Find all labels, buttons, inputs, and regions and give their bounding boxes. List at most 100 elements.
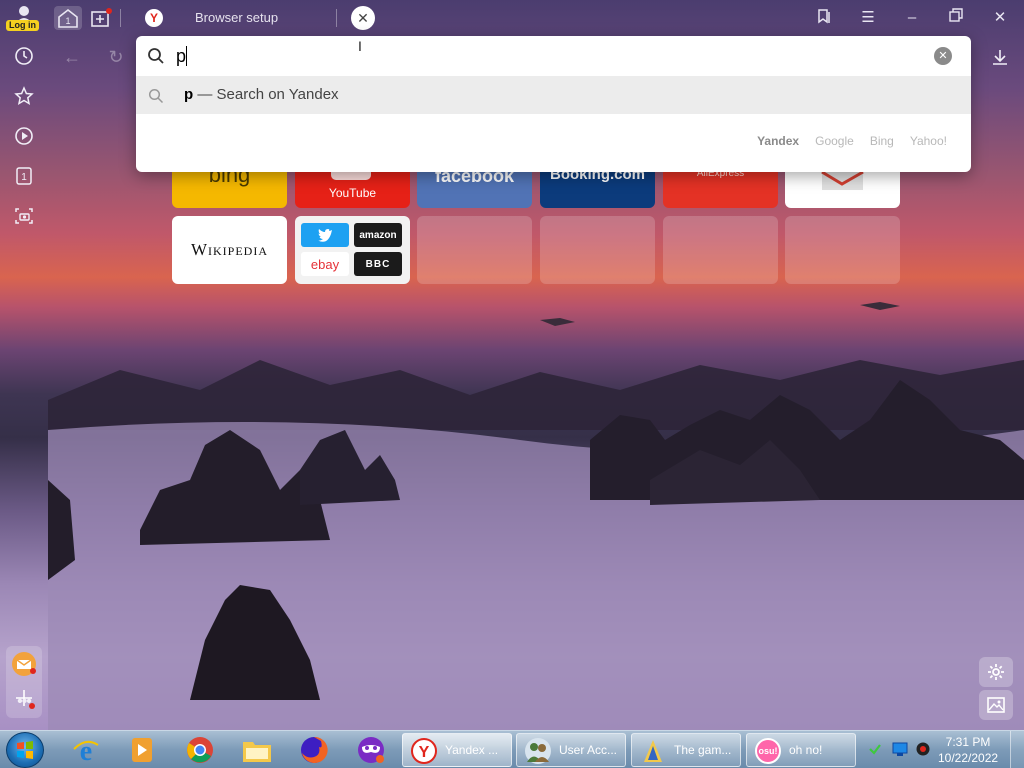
minimize-icon: – xyxy=(907,9,917,26)
taskbar-task-osu[interactable]: osu! oh no! xyxy=(746,733,856,767)
text-caret xyxy=(186,46,187,66)
hamburger-icon: ☰ xyxy=(861,9,875,26)
home-icon: 1 xyxy=(58,8,78,28)
new-tab-button[interactable] xyxy=(88,6,114,30)
login-button[interactable]: Log in xyxy=(6,20,39,31)
menu-button[interactable]: ☰ xyxy=(857,8,879,28)
network-tray-icon[interactable] xyxy=(892,741,908,757)
volume-tray-icon[interactable] xyxy=(915,741,931,757)
tab-title[interactable]: Browser setup xyxy=(195,10,278,25)
minimize-button[interactable]: – xyxy=(901,8,923,28)
close-icon: ✕ xyxy=(993,9,1007,26)
bbc-mini-tile[interactable]: BBC xyxy=(354,252,402,276)
back-button[interactable]: ← xyxy=(61,46,83,68)
tile-wikipedia[interactable]: Wikipedia xyxy=(172,216,287,284)
mask-app-icon[interactable] xyxy=(349,734,393,766)
ebay-mini-tile[interactable]: ebay xyxy=(301,252,349,276)
clock-time: 7:31 PM xyxy=(945,735,991,749)
media-player-icon[interactable] xyxy=(120,734,164,766)
omnibox-dropdown: ✕ p — Search on Yandex Yandex Google Bin… xyxy=(136,36,971,172)
game-app-icon xyxy=(640,738,666,764)
bookmark-collection-icon xyxy=(818,9,830,24)
history-button[interactable] xyxy=(12,44,36,68)
restore-button[interactable] xyxy=(945,8,967,28)
suggestion-label: p — Search on Yandex xyxy=(184,86,339,103)
suggestion-query: p xyxy=(184,86,194,103)
close-window-button[interactable]: ✕ xyxy=(989,8,1011,28)
tile-empty-slot[interactable] xyxy=(785,216,900,284)
osu-app-icon: osu! xyxy=(755,738,781,764)
tile-label: YouTube xyxy=(328,186,377,200)
more-dots-icon: ••• xyxy=(17,693,32,710)
close-icon: ✕ xyxy=(357,9,369,26)
firefox-icon[interactable] xyxy=(292,734,336,766)
task-label: User Acc... xyxy=(559,743,618,757)
file-explorer-icon[interactable] xyxy=(235,734,279,766)
more-options-button[interactable]: ••• xyxy=(12,692,36,712)
omnibox-input[interactable] xyxy=(176,44,916,68)
svg-text:e: e xyxy=(80,736,92,765)
tile-multi-sites: amazon ebay BBC xyxy=(295,216,410,284)
downloads-button[interactable] xyxy=(989,46,1011,68)
gear-icon xyxy=(988,664,1004,680)
screenshot-button[interactable] xyxy=(12,204,36,228)
start-button[interactable] xyxy=(6,732,44,768)
windows-taskbar: e Y Yandex ... User Acc... The gam... os… xyxy=(0,730,1024,768)
reload-icon: ↻ xyxy=(108,47,124,67)
tile-empty-slot[interactable] xyxy=(417,216,532,284)
system-clock[interactable]: 7:31 PM 10/22/2022 xyxy=(938,734,998,766)
restore-icon xyxy=(949,8,963,22)
background-gallery-button[interactable] xyxy=(979,690,1013,720)
tab-separator xyxy=(120,9,121,27)
yandex-favicon-icon: Y xyxy=(145,9,163,27)
svg-text:1: 1 xyxy=(65,16,70,26)
engine-google[interactable]: Google xyxy=(815,134,854,148)
tabs-panel-button[interactable]: 1 xyxy=(12,164,36,188)
media-button[interactable] xyxy=(12,124,36,148)
yandex-app-icon: Y xyxy=(411,738,437,764)
text-cursor-icon: I xyxy=(358,38,362,54)
search-suggestion[interactable]: p — Search on Yandex xyxy=(136,76,971,114)
browser-titlebar: Log in 1 Y Browser setup ✕ ☰ – ✕ xyxy=(0,0,1024,36)
taskbar-task-game[interactable]: The gam... xyxy=(631,733,741,767)
windows-logo-icon xyxy=(17,741,33,759)
camera-icon xyxy=(15,208,33,224)
clear-icon: ✕ xyxy=(938,50,948,62)
close-tab-button[interactable]: ✕ xyxy=(351,6,375,30)
reload-button[interactable]: ↻ xyxy=(105,46,127,68)
arrow-left-icon: ← xyxy=(63,47,81,67)
new-tab-icon xyxy=(91,8,112,27)
tile-empty-slot[interactable] xyxy=(540,216,655,284)
engine-yahoo[interactable]: Yahoo! xyxy=(910,134,947,148)
internet-explorer-icon[interactable]: e xyxy=(64,734,108,766)
twitter-bird-icon xyxy=(318,229,332,242)
bookmarks-button[interactable] xyxy=(12,84,36,108)
engine-bing[interactable]: Bing xyxy=(870,134,894,148)
omnibox-row: ✕ xyxy=(136,36,971,76)
chrome-icon[interactable] xyxy=(178,734,222,766)
clock-icon xyxy=(15,47,33,65)
engine-yandex[interactable]: Yandex xyxy=(757,134,799,148)
task-label: oh no! xyxy=(789,743,823,757)
yandex-mail-icon[interactable] xyxy=(12,652,36,676)
tab-separator xyxy=(336,9,337,27)
star-icon xyxy=(14,86,34,106)
image-icon xyxy=(987,697,1005,713)
twitter-mini-tile[interactable] xyxy=(301,223,349,247)
suggestion-rest: — Search on Yandex xyxy=(193,86,339,103)
security-tray-icon[interactable] xyxy=(868,742,882,756)
taskbar-task-user-accounts[interactable]: User Acc... xyxy=(516,733,626,767)
task-label: The gam... xyxy=(674,743,732,757)
search-engine-switcher: Yandex Google Bing Yahoo! xyxy=(757,134,947,148)
tile-empty-slot[interactable] xyxy=(663,216,778,284)
customize-settings-button[interactable] xyxy=(979,657,1013,687)
amazon-mini-tile[interactable]: amazon xyxy=(354,223,402,247)
clear-input-button[interactable]: ✕ xyxy=(934,47,952,65)
bookmarks-collections-button[interactable] xyxy=(813,8,835,28)
show-desktop-button[interactable] xyxy=(1010,731,1024,768)
svg-text:1: 1 xyxy=(21,172,27,183)
clock-date: 10/22/2022 xyxy=(938,751,999,765)
search-icon xyxy=(148,48,164,64)
taskbar-task-yandex[interactable]: Y Yandex ... xyxy=(402,733,512,767)
tabs-home-button[interactable]: 1 xyxy=(54,6,82,30)
